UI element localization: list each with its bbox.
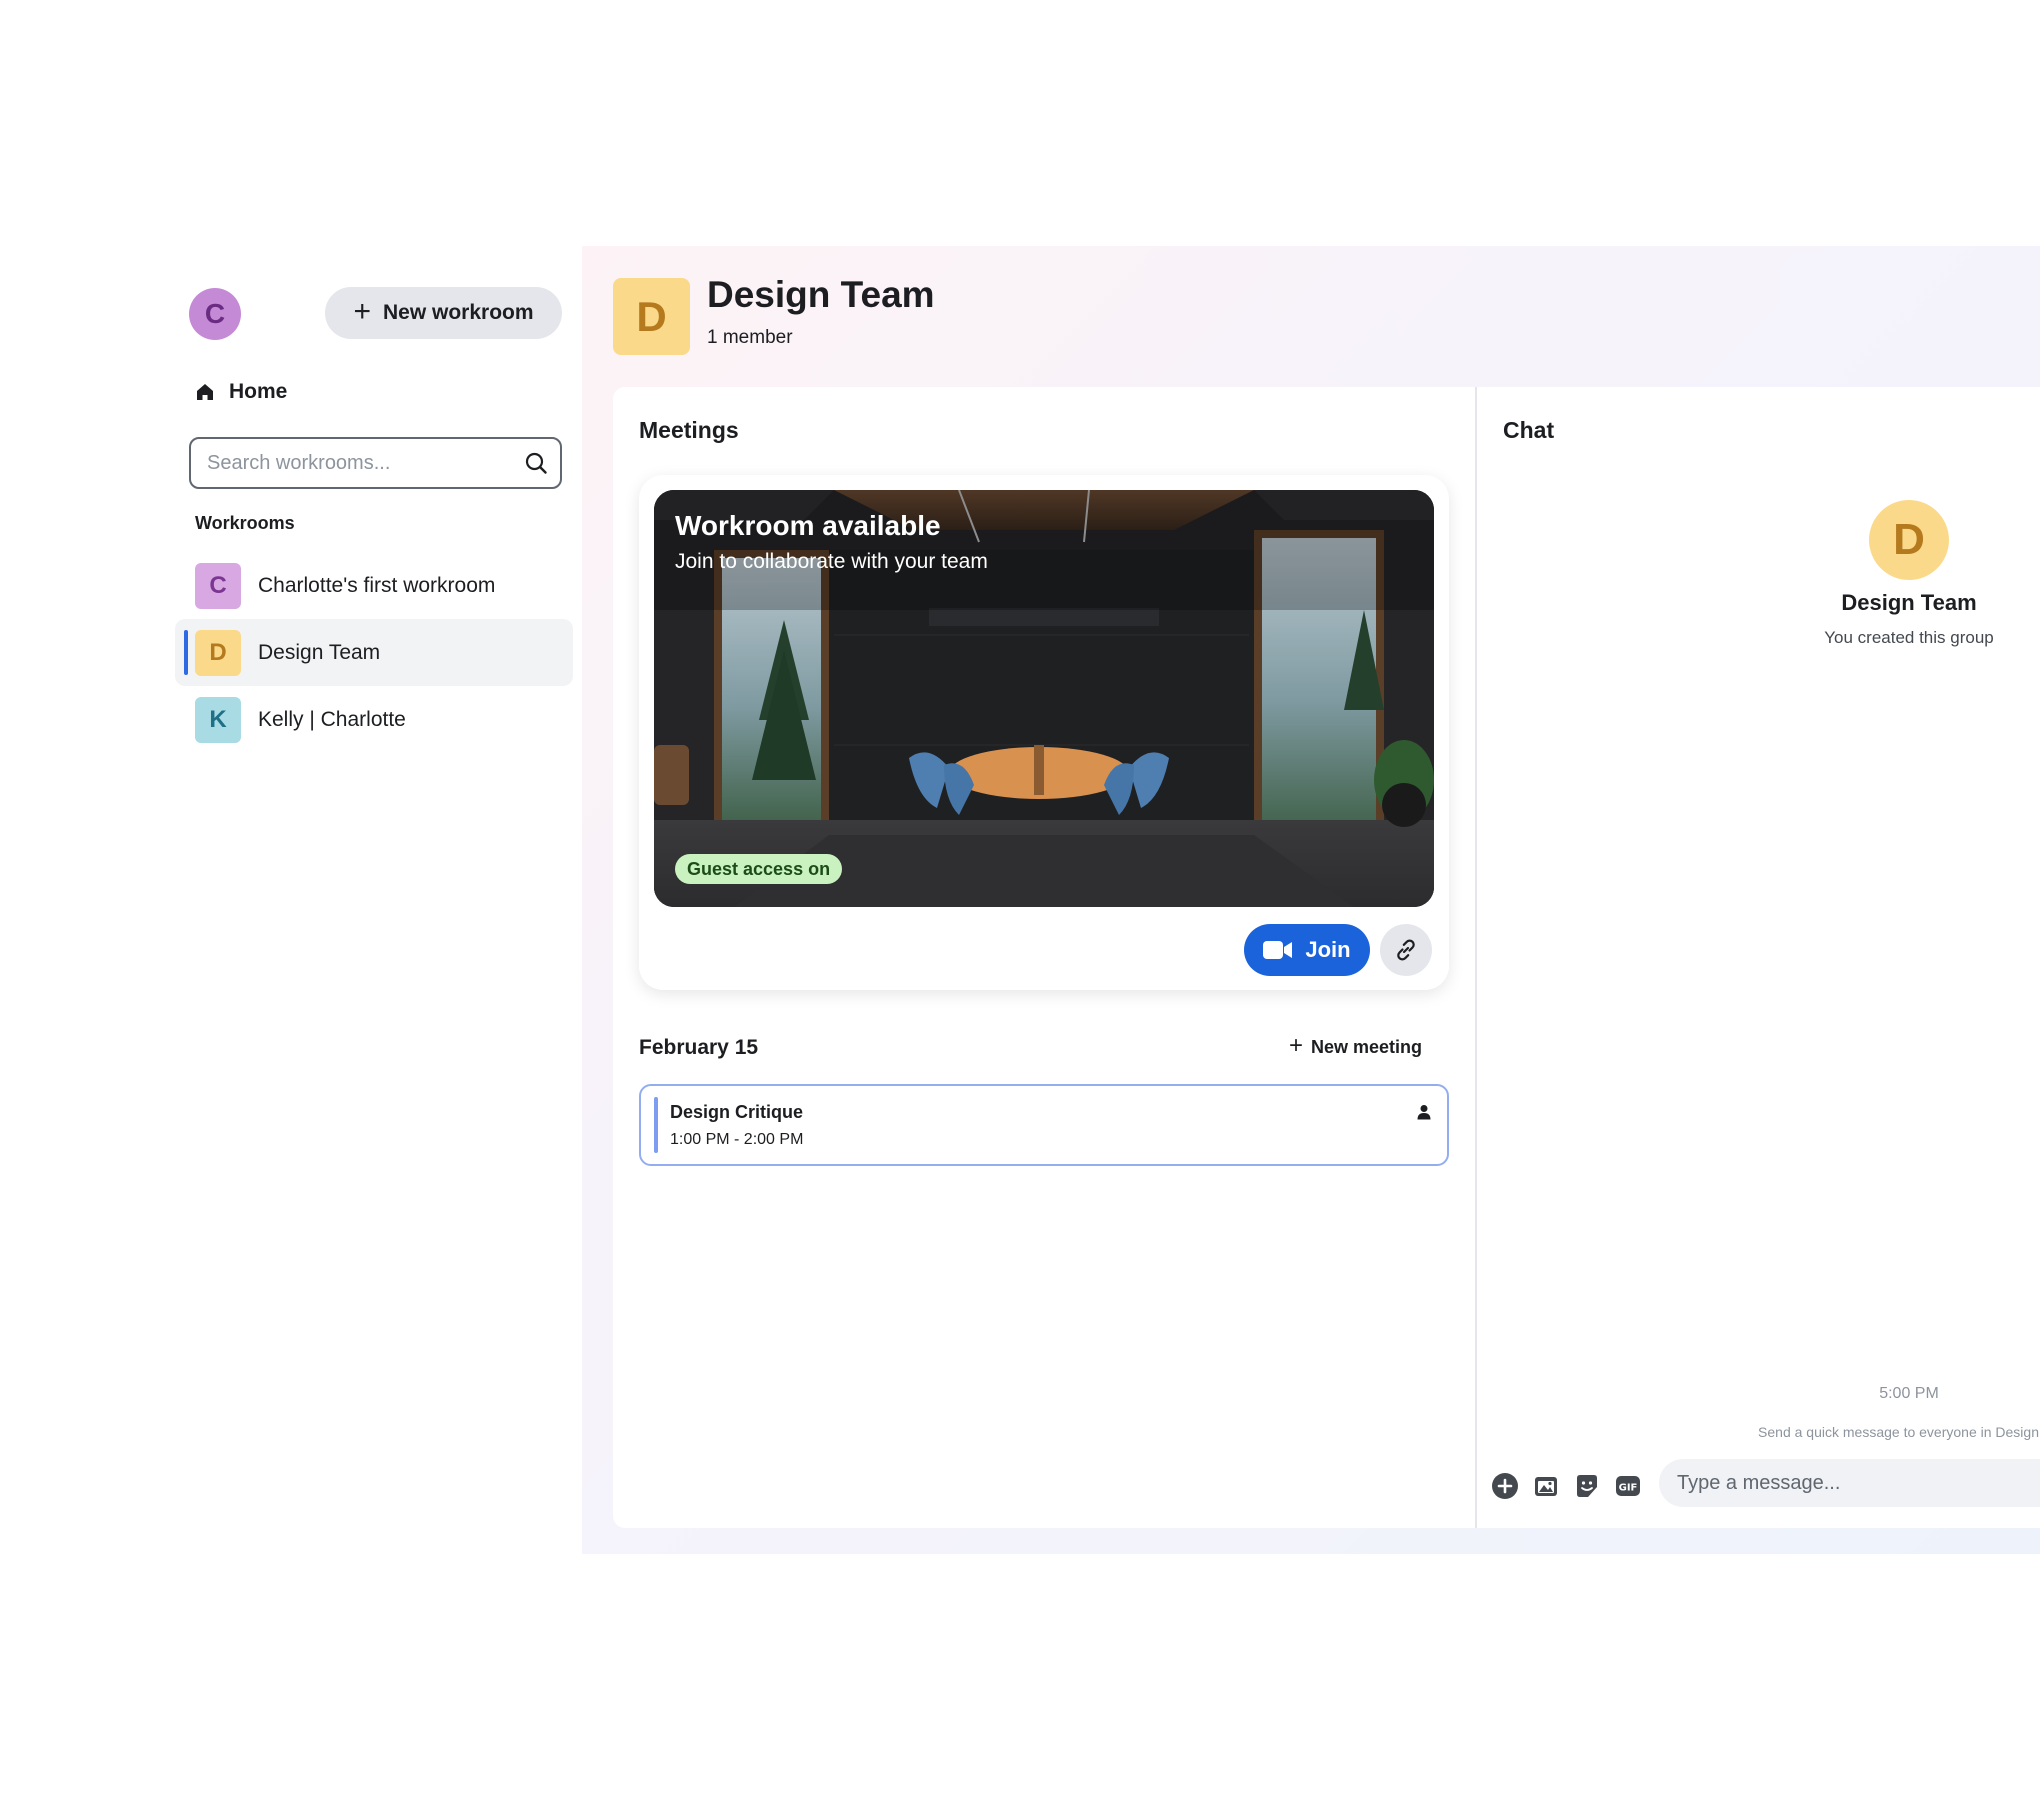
user-avatar[interactable]: C <box>189 288 241 340</box>
workrooms-heading: Workrooms <box>195 513 295 533</box>
card-title: Workroom available <box>675 510 941 541</box>
add-circle-icon[interactable] <box>1491 1472 1519 1500</box>
plus-icon: + <box>353 294 371 328</box>
page-title: Design Team <box>707 274 935 315</box>
join-label: Join <box>1305 937 1351 962</box>
workroom-badge: K <box>195 696 241 743</box>
search-icon[interactable] <box>524 451 548 475</box>
home-icon <box>197 384 213 400</box>
link-icon <box>1397 939 1415 961</box>
meetings-title: Meetings <box>639 417 739 443</box>
person-icon <box>1417 1105 1431 1120</box>
meetings-date: February 15 <box>639 1036 759 1059</box>
new-workroom-button[interactable]: + New workroom <box>325 287 562 339</box>
main-area: D Design Team 1 member Meetings Workroom… <box>582 246 2040 1554</box>
join-button[interactable]: Join <box>1244 924 1370 976</box>
nav-home-label: Home <box>229 380 288 403</box>
workroom-list: C Charlotte's first workroom D Design Te… <box>175 552 573 753</box>
chat-panel: Chat D Design Team You created this grou… <box>1477 387 2040 1528</box>
workroom-item[interactable]: K Kelly | Charlotte <box>175 686 573 753</box>
chat-title: Chat <box>1503 417 1555 443</box>
search-input[interactable] <box>205 450 524 476</box>
member-count[interactable]: 1 member <box>707 327 793 349</box>
new-meeting-label: New meeting <box>1311 1036 1423 1057</box>
gif-icon[interactable]: GIF <box>1614 1472 1642 1500</box>
group-name: Design Team <box>1841 590 1977 615</box>
workroom-card: Workroom available Join to collaborate w… <box>639 475 1449 990</box>
photo-icon[interactable] <box>1532 1472 1560 1500</box>
workroom-badge: D <box>195 629 241 676</box>
workroom-item-active[interactable]: D Design Team <box>175 619 573 686</box>
search-workrooms[interactable] <box>189 437 562 489</box>
message-composer: GIF <box>1477 1459 2040 1511</box>
guest-access-badge: Guest access on <box>675 854 843 884</box>
new-workroom-label: New workroom <box>383 301 534 324</box>
video-camera-icon <box>1263 941 1293 959</box>
workroom-header-badge: D <box>613 278 690 355</box>
new-meeting-button[interactable]: + New meeting <box>1289 1032 1423 1059</box>
card-subtitle: Join to collaborate with your team <box>675 550 988 573</box>
meeting-time: 1:00 PM - 2:00 PM <box>670 1131 804 1148</box>
meeting-item[interactable]: Design Critique 1:00 PM - 2:00 PM <box>639 1084 1449 1166</box>
chat-timestamp: 5:00 PM <box>1879 1385 1939 1402</box>
message-input[interactable] <box>1675 1470 2040 1496</box>
workroom-name: Kelly | Charlotte <box>258 707 406 731</box>
sticker-icon[interactable] <box>1573 1472 1601 1500</box>
workroom-name: Design Team <box>258 640 381 664</box>
svg-text:GIF: GIF <box>1619 1483 1638 1494</box>
workroom-item[interactable]: C Charlotte's first workroom <box>175 552 573 619</box>
group-avatar: D <box>1869 500 1949 580</box>
meetings-panel: Meetings Workroom available Join to coll… <box>613 387 1475 1528</box>
group-created-text: You created this group <box>1824 628 1994 647</box>
workroom-badge: C <box>195 562 241 609</box>
plus-icon: + <box>1289 1032 1304 1059</box>
workroom-name: Charlotte's first workroom <box>258 573 496 597</box>
copy-link-button[interactable] <box>1380 924 1432 976</box>
workroom-preview-image: Workroom available Join to collaborate w… <box>654 490 1434 907</box>
meeting-title: Design Critique <box>670 1102 804 1122</box>
message-input-wrapper <box>1659 1459 2040 1507</box>
nav-home[interactable]: Home <box>195 380 287 404</box>
chat-hint: Send a quick message to everyone in Desi… <box>1758 1424 2039 1440</box>
